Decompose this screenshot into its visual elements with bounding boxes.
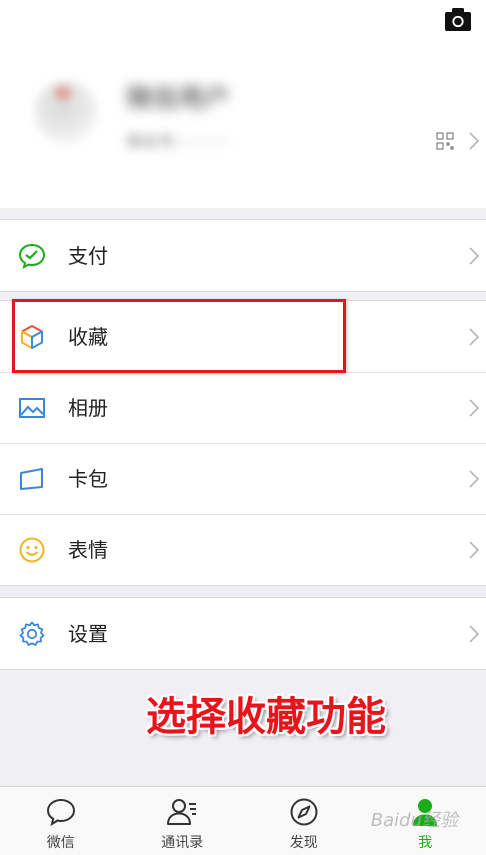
chevron-right-icon (468, 246, 480, 266)
menu-item-label: 表情 (68, 536, 108, 564)
baidu-watermark: Baidu经验 (371, 806, 458, 832)
compass-icon (288, 797, 320, 827)
menu-item-label: 支付 (68, 242, 108, 270)
menu-item-pay[interactable]: 支付 (0, 220, 486, 291)
sticker-smile-icon (18, 536, 46, 564)
chevron-right-icon (468, 469, 480, 489)
menu-item-card-pack[interactable]: 卡包 (0, 443, 486, 514)
chevron-right-icon (468, 624, 480, 644)
tab-discover[interactable]: 发现 (243, 787, 365, 855)
profile-header[interactable]: 微信用户 微信号：········· (0, 0, 486, 208)
tab-chats[interactable]: 微信 (0, 787, 122, 855)
menu-group-pay: 支付 (0, 219, 486, 292)
menu-item-stickers[interactable]: 表情 (0, 514, 486, 585)
chevron-right-icon (468, 398, 480, 418)
card-icon (18, 465, 46, 493)
contacts-icon (166, 797, 198, 827)
album-icon (18, 394, 46, 422)
favorites-highlight-box (12, 299, 346, 373)
camera-icon[interactable] (444, 6, 472, 32)
menu-item-label: 卡包 (68, 465, 108, 493)
menu-item-album[interactable]: 相册 (0, 372, 486, 443)
chat-bubble-icon (45, 797, 77, 827)
tab-label: 我 (365, 832, 486, 852)
tab-contacts[interactable]: 通讯录 (122, 787, 244, 855)
menu-item-label: 相册 (68, 394, 108, 422)
settings-gear-icon (18, 620, 46, 648)
menu-item-settings[interactable]: 设置 (0, 598, 486, 669)
instruction-caption: 选择收藏功能 (146, 684, 386, 742)
menu-item-label: 设置 (68, 620, 108, 648)
tab-label: 通讯录 (122, 832, 244, 852)
profile-nickname: 微信用户 (126, 78, 230, 115)
chevron-right-icon (468, 327, 480, 347)
chevron-right-icon (468, 540, 480, 560)
qr-code-icon[interactable] (436, 132, 454, 150)
wallet-icon (18, 242, 46, 270)
avatar[interactable] (34, 80, 98, 144)
chevron-right-icon (468, 131, 480, 151)
tab-label: 微信 (0, 832, 122, 852)
profile-account-id: 微信号：········· (126, 128, 228, 152)
menu-group-settings: 设置 (0, 597, 486, 670)
tab-label: 发现 (243, 832, 365, 852)
